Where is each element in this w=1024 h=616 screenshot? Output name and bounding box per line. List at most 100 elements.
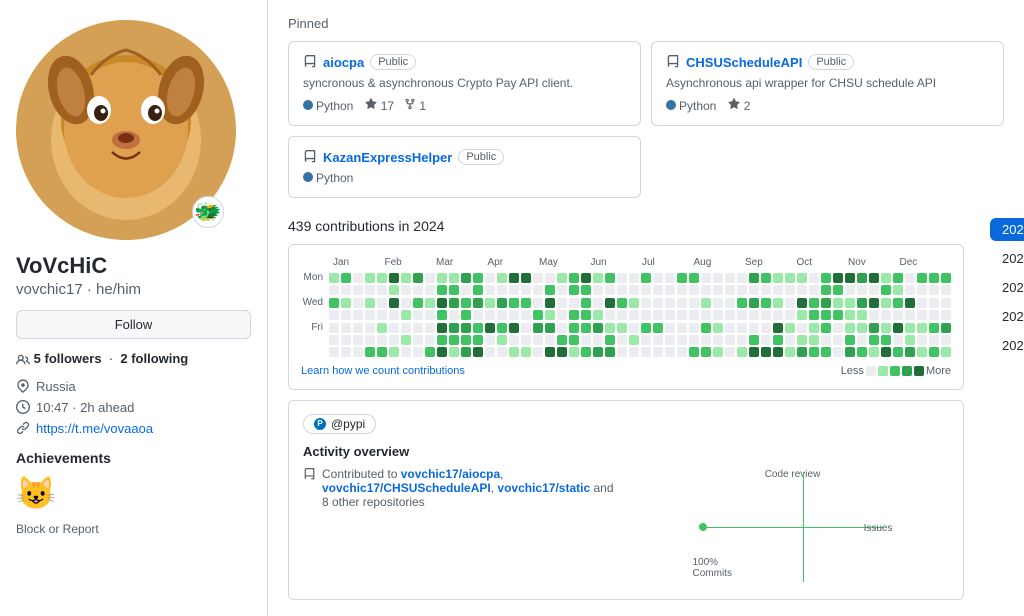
- grid-cell: [653, 298, 663, 308]
- chart-y-label: Code review: [765, 469, 821, 480]
- legend: Less More: [841, 365, 951, 377]
- grid-cell: [461, 285, 471, 295]
- year-2022-button[interactable]: 2022: [990, 276, 1024, 299]
- grid-cell: [569, 310, 579, 320]
- learn-link[interactable]: Learn how we count contributions: [301, 365, 465, 377]
- grid-cell: [617, 273, 627, 283]
- grid-cell: [641, 310, 651, 320]
- grid-cell: [701, 310, 711, 320]
- grid-cell: [581, 298, 591, 308]
- grid-cell: [377, 298, 387, 308]
- grid-cell: [509, 298, 519, 308]
- repo-link-1[interactable]: vovchic17/aiocpa: [401, 467, 500, 481]
- grid-cell: [605, 285, 615, 295]
- grid-cell: [413, 335, 423, 345]
- grid-cell: [329, 273, 339, 283]
- pin-card-name-kazan[interactable]: KazanExpressHelper: [323, 150, 452, 165]
- grid-cell: [785, 298, 795, 308]
- grid-cell: [797, 347, 807, 357]
- year-2021-button[interactable]: 2021: [990, 305, 1024, 328]
- lang-dot: [666, 100, 676, 110]
- grid-cell: [593, 347, 603, 357]
- grid-cell: [341, 323, 351, 333]
- user-handle: vovchic17 · he/him: [16, 281, 251, 298]
- grid-cell: [329, 298, 339, 308]
- chart-area: Code review 100%Commits Issues: [693, 467, 893, 587]
- profile-link[interactable]: https://t.me/vovaaoa: [36, 421, 153, 436]
- grid-cell: [413, 323, 423, 333]
- grid-cell: [749, 298, 759, 308]
- grid-cell: [713, 335, 723, 345]
- grid-cell: [449, 310, 459, 320]
- grid-cell: [785, 310, 795, 320]
- grid-cell: [521, 323, 531, 333]
- activity-chart: Code review 100%Commits Issues: [636, 467, 949, 587]
- grid-cell: [761, 285, 771, 295]
- repo-link-2[interactable]: vovchic17/CHSUScheduleAPI: [322, 481, 491, 495]
- grid-cell: [389, 298, 399, 308]
- grid-cell: [557, 310, 567, 320]
- follow-button[interactable]: Follow: [16, 310, 251, 339]
- grid-cell: [905, 298, 915, 308]
- grid-cell: [665, 285, 675, 295]
- grid-cell: [833, 335, 843, 345]
- pin-badge-chsu: Public: [808, 54, 854, 70]
- grid-cell: [857, 323, 867, 333]
- link-item[interactable]: https://t.me/vovaaoa: [16, 421, 251, 436]
- grid-cell: [797, 323, 807, 333]
- grid-cell: [929, 298, 939, 308]
- grid-cell: [377, 323, 387, 333]
- grid-cell: [749, 273, 759, 283]
- grid-cell: [785, 347, 795, 357]
- year-2020-button[interactable]: 2020: [990, 334, 1024, 357]
- main-content: Pinned aiocpa Public syncronous & asynch…: [268, 0, 1024, 616]
- repo-link-3[interactable]: vovchic17/static: [497, 481, 590, 495]
- grid-cell: [785, 273, 795, 283]
- people-icon: [16, 353, 30, 367]
- grid-cell: [821, 335, 831, 345]
- legend-c2: [890, 366, 900, 376]
- grid-cell: [425, 310, 435, 320]
- grid-cell: [641, 335, 651, 345]
- contributions-graph: Jan Feb Mar Apr May Jun Jul Aug Sep Oct …: [288, 244, 964, 390]
- grid-cell: [545, 285, 555, 295]
- grid-cell: [389, 310, 399, 320]
- year-2024-button[interactable]: 2024: [990, 218, 1024, 241]
- grid-cell: [929, 335, 939, 345]
- grid-cell: [365, 347, 375, 357]
- legend-c1: [878, 366, 888, 376]
- graph-row: Wed: [301, 297, 951, 308]
- grid-cell: [785, 285, 795, 295]
- month-labels: Jan Feb Mar Apr May Jun Jul Aug Sep Oct …: [301, 257, 951, 268]
- grid-cell: [905, 285, 915, 295]
- activity-left: Contributed to vovchic17/aiocpa, vovchic…: [303, 467, 616, 587]
- pypi-dot: P: [314, 418, 326, 430]
- grid-cell: [713, 310, 723, 320]
- grid-cell: [809, 335, 819, 345]
- grid-cell: [581, 273, 591, 283]
- grid-cell: [629, 335, 639, 345]
- grid-cell: [533, 347, 543, 357]
- grid-cell: [797, 285, 807, 295]
- pin-card-name-aiocpa[interactable]: aiocpa: [323, 55, 364, 70]
- grid-cell: [797, 273, 807, 283]
- grid-cell: [557, 273, 567, 283]
- grid-cell: [329, 310, 339, 320]
- pin-card-chsu: CHSUScheduleAPI Public Asynchronous api …: [651, 41, 1004, 126]
- grid-cell: [905, 347, 915, 357]
- achievement-badge: 😺: [16, 474, 251, 512]
- grid-cell: [485, 323, 495, 333]
- grid-cell: [869, 273, 879, 283]
- grid-cell: [761, 298, 771, 308]
- pin-desc-chsu: Asynchronous api wrapper for CHSU schedu…: [666, 76, 989, 90]
- grid-cell: [485, 298, 495, 308]
- year-2023-button[interactable]: 2023: [990, 247, 1024, 270]
- pin-card-name-chsu[interactable]: CHSUScheduleAPI: [686, 55, 802, 70]
- grid-cell: [365, 310, 375, 320]
- grid-cell: [869, 298, 879, 308]
- grid-cell: [581, 335, 591, 345]
- grid-cell: [641, 273, 651, 283]
- block-report-link[interactable]: Block or Report: [16, 522, 251, 536]
- grid-cell: [461, 335, 471, 345]
- grid-cell: [941, 347, 951, 357]
